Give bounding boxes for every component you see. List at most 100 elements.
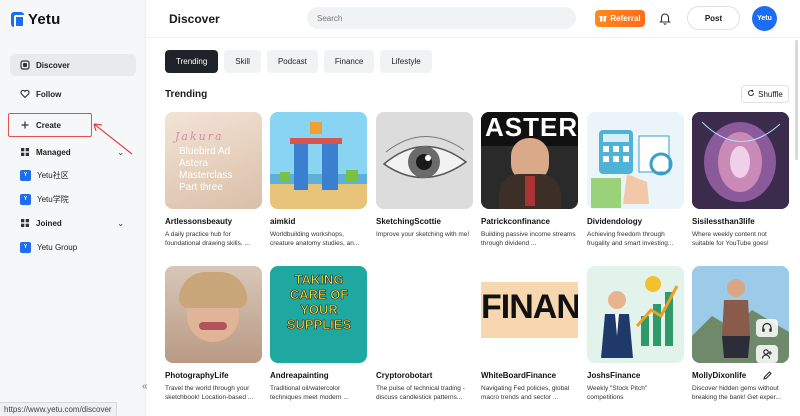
status-bar-url: https://www.yetu.com/discover [0, 402, 117, 416]
card-description: Achieving freedom through frugality and … [587, 231, 674, 247]
tab-podcast[interactable]: Podcast [266, 50, 318, 73]
game-scene-image [270, 112, 367, 209]
eye-sketch-image [376, 112, 473, 209]
card-description: Improve your sketching with me! [376, 231, 470, 238]
shuffle-button[interactable]: Shuffle [741, 85, 789, 103]
card-title: aimkid [270, 217, 296, 226]
logo[interactable]: Yetu [11, 11, 60, 28]
discover-icon [20, 60, 30, 70]
sidebar-item-label: Yetu学院 [37, 194, 69, 204]
post-button[interactable]: Post [687, 6, 740, 30]
sidebar-item-yetu-community[interactable]: Y Yetu社区 [10, 164, 136, 186]
thumbnail-text: TAKING CARE OF YOUR SUPPLIES [286, 272, 352, 333]
search-input[interactable] [307, 7, 576, 29]
page-title: Discover [169, 12, 220, 26]
collapse-sidebar-button[interactable]: « [142, 381, 148, 392]
tab-finance[interactable]: Finance [323, 50, 375, 73]
tab-skill[interactable]: Skill [224, 50, 261, 73]
card-title: Andreapainting [270, 371, 329, 380]
card-thumbnail: TAKING CARE OF YOUR SUPPLIES [270, 266, 367, 363]
card-description: A daily practice hub for foundational dr… [165, 231, 250, 247]
sidebar-item-yetu-academy[interactable]: Y Yetu学院 [10, 188, 136, 210]
floating-tools [756, 319, 778, 363]
pencil-icon[interactable] [762, 368, 773, 386]
card-description: Discover hidden gems without breaking th… [692, 385, 781, 401]
avatar[interactable]: Yetu [752, 6, 777, 31]
card-title: WhiteBoardFinance [481, 371, 557, 380]
logo-text: Yetu [28, 11, 61, 28]
card-description: Worldbuilding workshops, creature anatom… [270, 231, 360, 247]
card-sisilessthan3life[interactable]: Sisilessthan3life Where weekly content n… [692, 112, 789, 248]
sidebar-item-discover[interactable]: Discover [10, 54, 136, 76]
chevron-down-icon[interactable]: ⌄ [117, 219, 124, 228]
card-title: Artlessonsbeauty [165, 217, 233, 226]
card-artlessonsbeauty[interactable]: Jakura Bluebird Ad Astera Masterclass Pa… [165, 112, 262, 248]
yetu-icon: Y [20, 169, 31, 181]
card-thumbnail [376, 266, 473, 363]
sidebar-item-joined[interactable]: Joined ⌄ [10, 212, 136, 234]
card-thumbnail: ASTER [481, 112, 578, 209]
sidebar-item-label: Discover [36, 60, 70, 70]
sidebar-item-follow[interactable]: Follow [10, 83, 136, 105]
abstract-art-image [692, 112, 789, 209]
user-switch-icon[interactable] [756, 345, 778, 363]
filter-tabs: Trending Skill Podcast Finance Lifestyle [165, 50, 432, 73]
annotation-arrow-icon [93, 123, 133, 155]
card-photographylife[interactable]: PhotographyLife Travel the world through… [165, 266, 262, 402]
card-title: Dividendology [587, 217, 643, 226]
card-dividendology[interactable]: Dividendology Achieving freedom through … [587, 112, 684, 248]
finance-illustration-image [587, 112, 684, 209]
card-title: Patrickconfinance [481, 217, 550, 226]
card-thumbnail [692, 112, 789, 209]
card-title: Sisilessthan3life [692, 217, 755, 226]
sidebar: Yetu Discover Follow Create Managed ⌄ Y … [0, 0, 146, 416]
gift-icon [599, 14, 607, 24]
sidebar-item-label: Follow [36, 89, 62, 99]
card-thumbnail [270, 112, 367, 209]
sidebar-item-label: Create [36, 120, 61, 130]
refresh-icon [747, 89, 755, 99]
card-title: MollyDixonlife [692, 371, 747, 380]
headset-icon[interactable] [756, 319, 778, 337]
section-title: Trending [165, 89, 208, 100]
thumbnail-text: Bluebird Ad Astera Masterclass Part thre… [179, 146, 233, 193]
yetu-logo-icon [11, 12, 25, 28]
sidebar-item-label: Managed [36, 147, 71, 157]
topbar: Discover Referral Post Yetu [146, 0, 800, 38]
sidebar-item-label: Joined [36, 218, 62, 228]
card-title: JoshsFinance [587, 371, 641, 380]
grid-icon [20, 218, 30, 228]
card-joshsfinance[interactable]: JoshsFinance Weekly "Stock Pitch" compet… [587, 266, 684, 402]
card-thumbnail [587, 266, 684, 363]
card-whiteboardfinance[interactable]: FINAN WhiteBoardFinance Navigating Fed p… [481, 266, 578, 402]
card-sketchingscottie[interactable]: SketchingScottie Improve your sketching … [376, 112, 473, 248]
tab-lifestyle[interactable]: Lifestyle [380, 50, 432, 73]
card-title: Cryptorobotart [376, 371, 433, 380]
card-description: Building passive income streams through … [481, 231, 576, 247]
card-patrickconfinance[interactable]: ASTER Patrickconfinance Building passive… [481, 112, 578, 248]
card-title: SketchingScottie [376, 217, 441, 226]
thumbnail-text: FINAN [481, 288, 578, 326]
referral-button[interactable]: Referral [595, 10, 645, 27]
card-andreapainting[interactable]: TAKING CARE OF YOUR SUPPLIES Andreapaint… [270, 266, 367, 402]
yetu-icon: Y [20, 241, 31, 253]
card-description: Navigating Fed policies, global macro tr… [481, 385, 570, 401]
sidebar-item-yetu-group[interactable]: Y Yetu Group [10, 236, 136, 258]
card-description: Traditional oil/watercolor techniques me… [270, 385, 349, 401]
card-description: The pulse of technical trading - discuss… [376, 385, 465, 401]
bell-icon[interactable] [658, 11, 672, 25]
card-description: Travel the world through your sketchbook… [165, 385, 254, 401]
card-aimkid[interactable]: aimkid Worldbuilding workshops, creature… [270, 112, 367, 248]
tab-trending[interactable]: Trending [165, 50, 219, 73]
page-scrollbar[interactable] [795, 40, 798, 160]
sidebar-item-label: Yetu社区 [37, 170, 69, 180]
referral-label: Referral [610, 14, 641, 23]
heart-icon [20, 89, 30, 99]
card-thumbnail [587, 112, 684, 209]
card-thumbnail [165, 266, 262, 363]
card-cryptorobotart[interactable]: Cryptorobotart The pulse of technical tr… [376, 266, 473, 402]
card-description: Weekly "Stock Pitch" competitions [587, 385, 648, 401]
grid-icon [20, 147, 30, 157]
card-thumbnail: Jakura Bluebird Ad Astera Masterclass Pa… [165, 112, 262, 209]
shuffle-label: Shuffle [758, 89, 783, 99]
